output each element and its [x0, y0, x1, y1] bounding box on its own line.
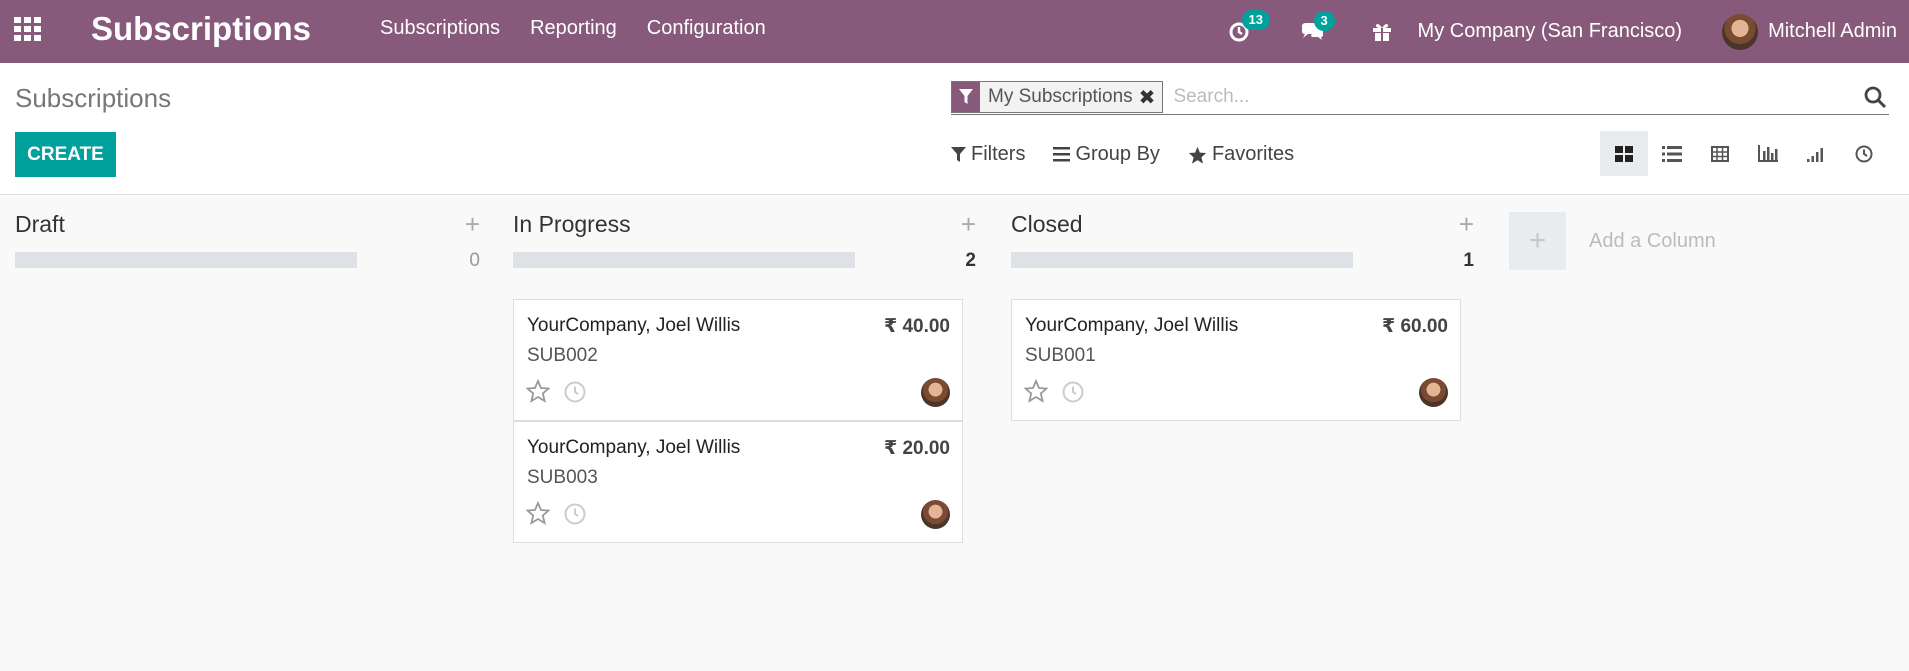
column-progressbar[interactable] — [15, 252, 357, 268]
column-count: 2 — [965, 250, 976, 271]
messaging-menu[interactable]: 3 — [1300, 10, 1335, 42]
activity-clock-icon[interactable] — [563, 380, 587, 404]
quick-create-icon[interactable]: + — [961, 211, 976, 237]
column-header: Draft + — [15, 211, 480, 241]
card-reference: SUB001 — [1025, 345, 1096, 366]
quick-create-icon[interactable]: + — [1459, 211, 1474, 237]
column-count: 0 — [469, 250, 480, 271]
filter-icon — [951, 146, 966, 162]
group-by-label: Group By — [1075, 143, 1160, 165]
search-options: Filters Group By Favorites — [951, 143, 1322, 166]
plus-icon: + — [1509, 212, 1566, 270]
column-progressbar[interactable] — [513, 252, 855, 268]
column-title[interactable]: Draft — [15, 211, 65, 238]
card-price: ₹ 60.00 — [1381, 316, 1448, 337]
graph-icon — [1758, 145, 1778, 162]
activity-clock-icon[interactable] — [563, 502, 587, 526]
card-reference: SUB003 — [527, 467, 598, 488]
column-title[interactable]: In Progress — [513, 211, 631, 238]
gift-icon — [1372, 23, 1391, 41]
column-title[interactable]: Closed — [1011, 211, 1083, 238]
quick-create-icon[interactable]: + — [465, 211, 480, 237]
list-icon — [1662, 145, 1682, 162]
user-menu[interactable]: Mitchell Admin — [1722, 13, 1897, 50]
salesperson-avatar[interactable] — [921, 378, 950, 407]
column-header: In Progress + — [513, 211, 976, 241]
card-customer: YourCompany, Joel Willis — [527, 315, 741, 336]
kanban-card[interactable]: YourCompany, Joel Willis ₹ 40.00 SUB002 — [513, 299, 963, 421]
menu-subscriptions[interactable]: Subscriptions — [380, 17, 500, 40]
user-avatar — [1722, 13, 1759, 50]
view-activity[interactable] — [1840, 131, 1888, 176]
add-column-label: Add a Column — [1589, 229, 1716, 252]
kanban-card[interactable]: YourCompany, Joel Willis ₹ 20.00 SUB003 — [513, 421, 963, 543]
column-header: Closed + — [1011, 211, 1474, 241]
column-progressbar[interactable] — [1011, 252, 1353, 268]
bars-icon — [1053, 147, 1071, 162]
card-customer: YourCompany, Joel Willis — [527, 437, 741, 458]
kanban-board: Draft + 0 In Progress + 2 YourCompany, J… — [0, 195, 1909, 671]
column-count: 1 — [1463, 250, 1474, 271]
control-panel: Subscriptions CREATE My Subscriptions ✖ … — [0, 63, 1909, 195]
pivot-icon — [1711, 145, 1729, 162]
filters-label: Filters — [971, 143, 1026, 165]
view-cohort[interactable] — [1792, 131, 1840, 176]
star-icon[interactable] — [526, 379, 550, 403]
card-customer: YourCompany, Joel Willis — [1025, 315, 1239, 336]
user-name: Mitchell Admin — [1768, 20, 1897, 42]
kanban-card[interactable]: YourCompany, Joel Willis ₹ 60.00 SUB001 — [1011, 299, 1461, 421]
search-facet: My Subscriptions ✖ — [951, 81, 1164, 113]
star-icon[interactable] — [526, 501, 550, 525]
clock-icon — [1855, 145, 1873, 162]
kanban-icon — [1615, 145, 1633, 162]
app-title[interactable]: Subscriptions — [91, 10, 311, 48]
menu-configuration[interactable]: Configuration — [647, 17, 766, 40]
facet-label: My Subscriptions — [988, 86, 1133, 107]
filter-icon — [952, 82, 980, 112]
systray: 13 3 My Company (San Francisco) Mitchell… — [1228, 0, 1909, 63]
favorites-label: Favorites — [1211, 143, 1295, 165]
top-navbar: Subscriptions Subscriptions Reporting Co… — [0, 0, 1909, 63]
salesperson-avatar[interactable] — [921, 500, 950, 529]
card-reference: SUB002 — [527, 345, 598, 366]
company-switcher[interactable]: My Company (San Francisco) — [1418, 20, 1683, 43]
view-list[interactable] — [1648, 131, 1696, 176]
activity-menu[interactable]: 13 — [1228, 9, 1270, 43]
breadcrumb: Subscriptions — [15, 83, 172, 113]
add-column[interactable]: + Add a Column — [1509, 212, 1716, 270]
menu-reporting[interactable]: Reporting — [530, 17, 617, 40]
gift-menu[interactable] — [1372, 22, 1392, 42]
cohort-icon — [1807, 147, 1823, 162]
view-pivot[interactable] — [1696, 131, 1744, 176]
star-icon — [1188, 146, 1207, 164]
favorites-button[interactable]: Favorites — [1188, 143, 1294, 166]
search-icon[interactable] — [1863, 85, 1887, 109]
search-input[interactable] — [1171, 85, 1863, 109]
view-switcher — [1600, 131, 1888, 176]
view-kanban[interactable] — [1600, 131, 1648, 176]
view-graph[interactable] — [1744, 131, 1792, 176]
salesperson-avatar[interactable] — [1419, 378, 1448, 407]
main-menu: Subscriptions Reporting Configuration — [380, 17, 796, 40]
create-button[interactable]: CREATE — [15, 132, 116, 177]
star-icon[interactable] — [1024, 379, 1048, 403]
card-price: ₹ 40.00 — [883, 316, 950, 337]
apps-menu-icon[interactable] — [14, 17, 42, 42]
search-bar: My Subscriptions ✖ — [951, 80, 1889, 115]
activity-badge: 13 — [1241, 9, 1270, 30]
activity-clock-icon[interactable] — [1061, 380, 1085, 404]
filters-button[interactable]: Filters — [951, 143, 1025, 166]
card-price: ₹ 20.00 — [883, 438, 950, 459]
group-by-button[interactable]: Group By — [1053, 143, 1160, 166]
remove-facet-icon[interactable]: ✖ — [1139, 85, 1163, 110]
messages-badge: 3 — [1313, 10, 1335, 31]
